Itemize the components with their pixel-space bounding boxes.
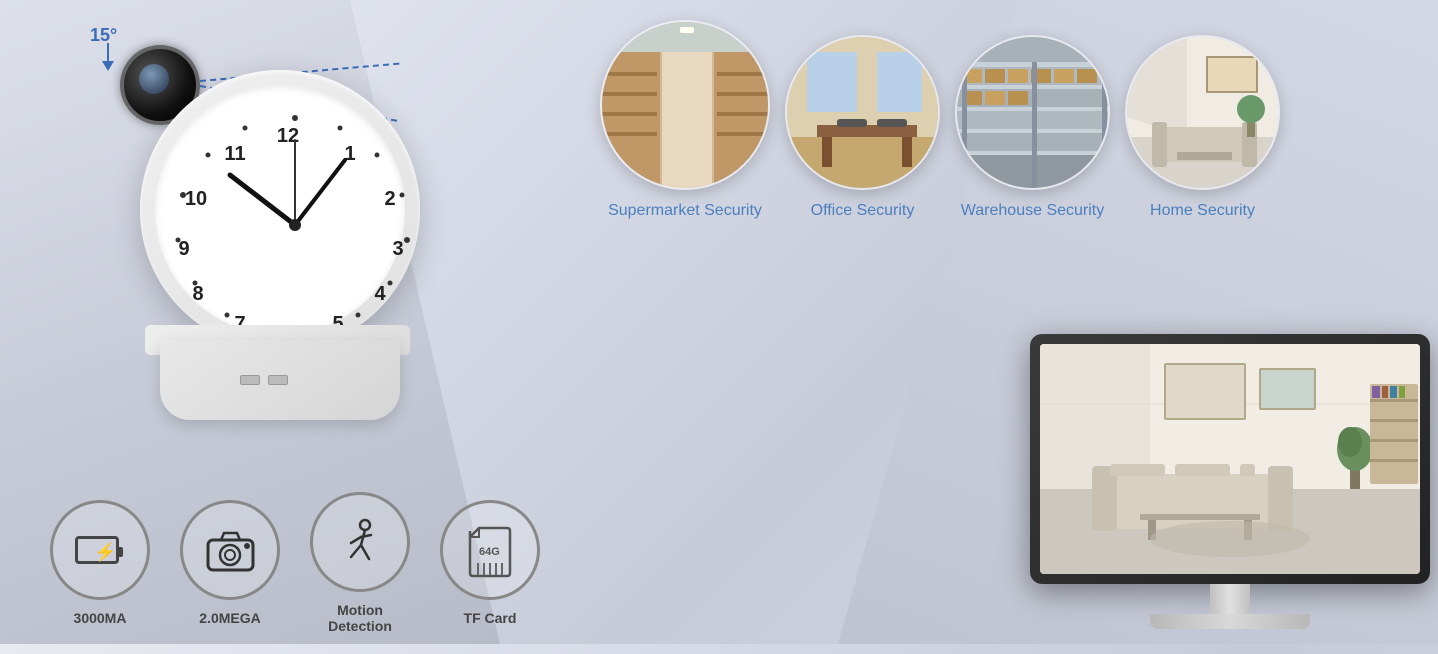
use-case-warehouse: Warehouse Security [955,35,1110,220]
sdcard-icon: 64G [465,523,515,578]
battery-icon: ⚡ [75,536,125,564]
use-cases-row: Supermarket Security [600,20,1280,220]
clock-svg-container: 12 1 2 3 4 5 6 7 8 9 10 11 [170,100,420,350]
imac-outer [1020,334,1438,614]
clock-outer: 12 1 2 3 4 5 6 7 8 9 10 11 [140,70,420,350]
use-case-home: Home Security [1125,35,1280,220]
clock-base [160,340,400,420]
battery-tip [118,547,123,557]
home-image [1127,37,1280,190]
mega-circle [180,500,280,600]
use-case-supermarket: Supermarket Security [600,20,770,220]
warehouse-circle [955,35,1110,190]
imac-screen [1040,344,1420,574]
feature-battery: ⚡ 3000MA [50,500,150,626]
motion-icon [333,515,388,570]
main-content: 15° [0,0,1438,644]
motion-label: Motion Detection [310,602,410,634]
clock-face: 12 1 2 3 4 5 6 7 8 9 10 11 [155,85,405,335]
clock-svg: 12 1 2 3 4 5 6 7 8 9 10 11 [170,100,420,350]
usb-port-2 [268,375,288,385]
office-label: Office Security [811,202,915,220]
right-section: Supermarket Security [580,0,1438,644]
usb-ports [240,375,288,385]
camera-icon [203,528,258,573]
home-circle [1125,35,1280,190]
svg-text:9: 9 [178,238,189,260]
warehouse-image [957,37,1110,190]
usb-port-1 [240,375,260,385]
battery-circle: ⚡ [50,500,150,600]
mega-label: 2.0MEGA [199,610,260,626]
svg-text:2: 2 [384,188,395,210]
office-circle [785,35,940,190]
feature-tfcard: 64G TF Card [440,500,540,626]
tfcard-label: TF Card [464,610,517,626]
feature-mega: 2.0MEGA [180,500,280,626]
feature-motion: Motion Detection [310,492,410,634]
svg-text:8: 8 [192,283,203,305]
room-scene-svg [1040,344,1420,574]
imac-stand-base [1150,614,1310,629]
features-row: ⚡ 3000MA 2.0MEGA [50,492,540,634]
battery-bolt-icon: ⚡ [94,542,116,563]
imac-stand-neck [1210,584,1250,614]
svg-text:4: 4 [374,283,386,305]
use-case-office: Office Security [785,35,940,220]
warehouse-label: Warehouse Security [961,202,1104,220]
imac-screen-bezel [1030,334,1430,584]
tfcard-circle: 64G [440,500,540,600]
battery-body: ⚡ [75,536,119,564]
supermarket-circle [600,20,770,190]
home-label: Home Security [1150,202,1255,220]
office-image [787,37,940,190]
clock-body: 12 1 2 3 4 5 6 7 8 9 10 11 [140,70,440,430]
monitor-section [1020,324,1438,644]
svg-text:3: 3 [392,238,403,260]
svg-text:11: 11 [224,143,245,165]
svg-text:10: 10 [185,188,207,210]
motion-circle [310,492,410,592]
supermarket-label: Supermarket Security [608,202,762,220]
angle-arrow-icon [98,43,118,73]
supermarket-image [602,22,770,190]
left-section: 15° [30,10,530,654]
svg-text:64G: 64G [479,546,500,558]
battery-label: 3000MA [74,610,127,626]
